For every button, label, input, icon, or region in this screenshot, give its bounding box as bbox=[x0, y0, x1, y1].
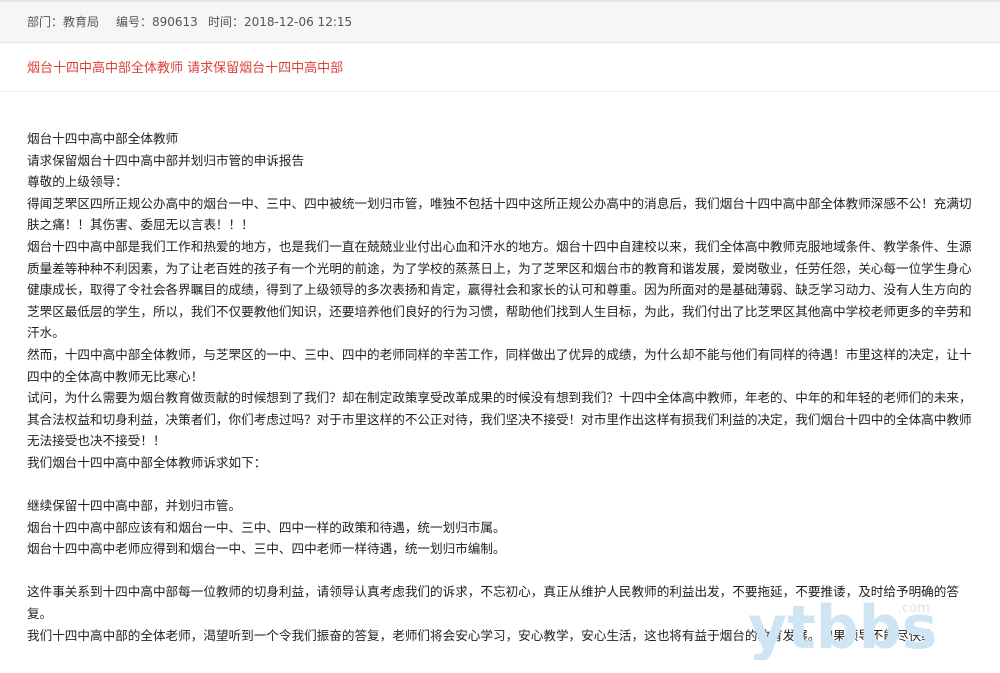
body-paragraph: 继续保留十四中高中部，并划归市管。 bbox=[27, 498, 242, 514]
body-paragraph: 尊敬的上级领导： bbox=[27, 174, 128, 190]
body-paragraph: 得闻芝罘区四所正规公办高中的烟台一中、三中、四中被统一划归市管，唯独不包括十四中… bbox=[27, 195, 972, 233]
body-paragraph: 烟台十四中高中部全体教师 bbox=[27, 131, 179, 146]
body-paragraph: 烟台十四中高中老师应得到和烟台一中、三中、四中老师一样待遇，统一划归市编制。 bbox=[27, 541, 506, 557]
body-paragraph: 烟台十四中高中部应该有和烟台一中、三中、四中一样的政策和待遇，统一划归市属。 bbox=[27, 519, 506, 535]
meta-number: 编号：890613 bbox=[116, 15, 198, 29]
post-title-link[interactable]: 烟台十四中高中部全体教师 请求保留烟台十四中高中部 bbox=[27, 57, 343, 76]
paragraph-spacer bbox=[27, 474, 977, 496]
paragraph-spacer bbox=[27, 560, 977, 582]
body-paragraph: 然而，十四中高中部全体教师，与芝罘区的一中、三中、四中的老师同样的辛苦工作，同样… bbox=[27, 346, 972, 384]
post-body: 烟台十四中高中部全体教师请求保留烟台十四中高中部并划归市管的申诉报告 尊敬的上级领… bbox=[27, 128, 977, 646]
meta-department: 部门：教育局 bbox=[27, 15, 100, 29]
body-paragraph: 烟台十四中高中部是我们工作和热爱的地方，也是我们一直在兢兢业业付出心血和汗水的地… bbox=[27, 238, 972, 341]
post-title-area: 烟台十四中高中部全体教师 请求保留烟台十四中高中部 bbox=[0, 43, 1000, 92]
body-paragraph: 试问，为什么需要为烟台教育做贡献的时候想到了我们？却在制定政策享受改革成果的时候… bbox=[27, 390, 972, 449]
body-paragraph: 我们烟台十四中高中部全体教师诉求如下： bbox=[27, 454, 267, 470]
meta-time: 时间：2018-12-06 12:15 bbox=[208, 15, 353, 29]
body-paragraph: 这件事关系到十四中高中部每一位教师的切身利益，请领导认真考虑我们的诉求，不忘初心… bbox=[27, 584, 959, 622]
body-paragraph: 请求保留烟台十四中高中部并划归市管的申诉报告 bbox=[27, 152, 305, 168]
body-paragraph: 我们十四中高中部的全体老师，渴望听到一个令我们振奋的答复，老师们将会安心学习，安… bbox=[27, 627, 934, 643]
post-meta-bar: 部门：教育局 编号：890613 时间：2018-12-06 12:15 bbox=[0, 2, 1000, 43]
